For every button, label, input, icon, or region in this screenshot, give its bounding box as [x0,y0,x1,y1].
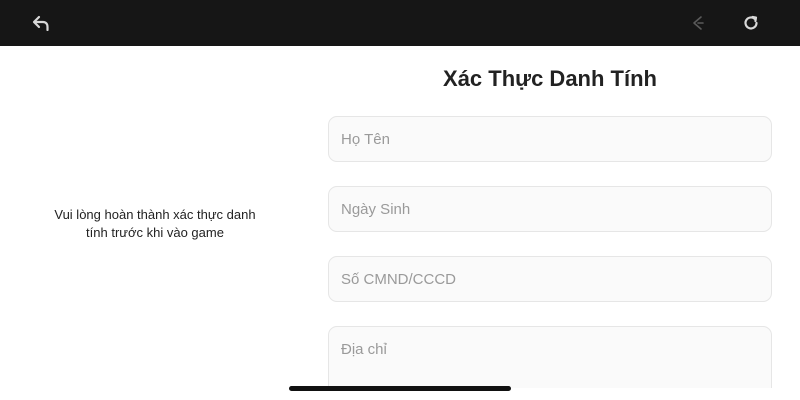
forward-button[interactable] [686,11,710,35]
back-button[interactable] [29,11,53,35]
refresh-icon [744,15,758,30]
verification-notice: Vui lòng hoàn thành xác thực danh tính t… [20,206,290,242]
verification-notice-line-1: Vui lòng hoàn thành xác thực danh [54,207,256,222]
date-of-birth-input[interactable] [328,186,772,232]
verification-notice-line-2: tính trước khi vào game [86,225,224,240]
forward-sparkle-icon [693,16,704,30]
full-name-input[interactable] [328,116,772,162]
id-number-input[interactable] [328,256,772,302]
top-toolbar [0,0,800,46]
form-title: Xác Thực Danh Tính [443,66,657,91]
home-indicator[interactable] [289,386,511,391]
refresh-button[interactable] [739,11,763,35]
undo-arrow-icon [32,15,49,31]
